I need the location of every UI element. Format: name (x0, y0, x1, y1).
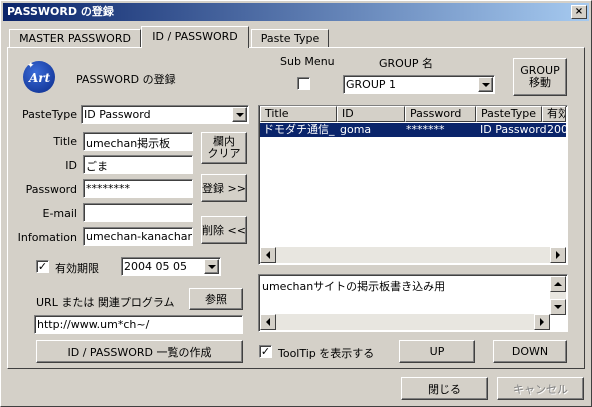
clear-fields-button[interactable]: 欄内 クリア (201, 132, 247, 164)
title-field[interactable]: umechan掲示板 (83, 132, 193, 151)
password-field[interactable]: ******** (83, 179, 193, 198)
horizontal-scrollbar[interactable] (260, 247, 566, 263)
column-header-title[interactable]: Title (260, 106, 337, 122)
tab-label: ID / PASSWORD (152, 30, 238, 43)
up-button[interactable]: UP (399, 340, 475, 363)
tooltip-label: ToolTip を表示する (278, 347, 375, 360)
cell-pastetype: ID Password (480, 123, 547, 136)
submenu-checkbox[interactable] (297, 77, 310, 90)
expiry-checkbox[interactable]: ✓ (36, 260, 49, 273)
cell-password: ******* (406, 123, 445, 136)
register-button[interactable]: 登録 >> (201, 174, 247, 202)
vertical-scrollbar[interactable] (550, 276, 566, 315)
button-label: キャンセル (513, 382, 568, 396)
art-logo-icon: Art ✦ (23, 61, 55, 93)
id-field[interactable]: ごま (83, 155, 193, 174)
scroll-down-icon[interactable] (550, 299, 566, 315)
close-button[interactable]: 閉じる (401, 377, 488, 400)
pastetype-value: ID Password (84, 108, 151, 121)
memo-area[interactable]: umechanサイトの掲示板書き込み用 (258, 274, 568, 332)
group-label: GROUP 名 (379, 57, 434, 70)
scroll-right-icon[interactable] (550, 247, 566, 263)
scroll-left-icon[interactable] (260, 314, 276, 330)
expiry-date-select[interactable]: 2004 05 05 (121, 257, 221, 276)
password-list[interactable]: Title ID Password PasteType 有効 ドモダチ通信_ g… (258, 105, 568, 265)
tab-master-password[interactable]: MASTER PASSWORD (9, 29, 141, 48)
delete-button[interactable]: 削除 << (201, 216, 247, 244)
scroll-right-icon[interactable] (534, 314, 550, 330)
tab-paste-type[interactable]: Paste Type (251, 29, 329, 48)
id-label: ID (65, 159, 77, 172)
cell-id: goma (340, 123, 372, 136)
group-value: GROUP 1 (346, 78, 397, 91)
window-title: PASSWORD の登録 (7, 5, 114, 18)
cancel-button[interactable]: キャンセル (497, 377, 584, 400)
group-move-button[interactable]: GROUP 移動 (513, 58, 567, 96)
expiry-label: 有効期限 (55, 262, 99, 275)
url-field[interactable]: http://www.um*ch~/ (34, 315, 243, 334)
make-list-button[interactable]: ID / PASSWORD 一覧の作成 (36, 340, 243, 363)
group-select[interactable]: GROUP 1 (343, 75, 495, 94)
sparkle-icon: ✦ (27, 61, 35, 71)
pastetype-label: PasteType (22, 108, 77, 121)
password-label: Password (25, 183, 77, 196)
chevron-down-icon[interactable] (478, 77, 493, 92)
scroll-left-icon[interactable] (260, 247, 276, 263)
cell-expiry: 200 (547, 123, 566, 136)
logo-text: Art (29, 71, 51, 85)
button-label: 閉じる (428, 382, 461, 396)
tab-label: Paste Type (260, 32, 320, 45)
tab-id-password[interactable]: ID / PASSWORD (141, 26, 249, 48)
down-button[interactable]: DOWN (493, 340, 567, 363)
table-row[interactable]: ドモダチ通信_ goma ******* ID Password 200 (260, 123, 566, 137)
button-label: ID / PASSWORD 一覧の作成 (67, 345, 212, 359)
column-header-expiry[interactable]: 有効 (542, 106, 566, 122)
button-label: UP (429, 345, 445, 358)
main-window: PASSWORD の登録 × MASTER PASSWORD ID / PASS… (0, 0, 592, 407)
column-header-password[interactable]: Password (405, 106, 476, 122)
button-label: DOWN (511, 345, 549, 358)
browse-button[interactable]: 参照 (189, 288, 243, 310)
email-field[interactable] (83, 203, 193, 222)
pastetype-select[interactable]: ID Password (81, 105, 249, 124)
info-label: Infomation (17, 231, 77, 244)
button-label: 削除 << (202, 224, 246, 237)
memo-text: umechanサイトの掲示板書き込み用 (262, 280, 446, 293)
button-label: クリア (207, 147, 241, 160)
close-icon[interactable]: × (571, 5, 587, 19)
column-header-id[interactable]: ID (337, 106, 405, 122)
horizontal-scrollbar[interactable] (260, 314, 550, 330)
email-label: E-mail (42, 207, 78, 220)
url-label: URL または 関連プログラム (36, 296, 175, 309)
column-header-pastetype[interactable]: PasteType (476, 106, 542, 122)
submenu-label: Sub Menu (280, 55, 335, 68)
heading: PASSWORD の登録 (76, 73, 176, 86)
chevron-down-icon[interactable] (232, 107, 247, 122)
info-field[interactable]: umechan-kanachan (83, 227, 193, 246)
cell-title: ドモダチ通信_ (263, 123, 335, 136)
button-label: 移動 (529, 76, 551, 89)
chevron-down-icon[interactable] (204, 259, 219, 274)
button-label: 登録 >> (202, 182, 246, 195)
expiry-value: 2004 05 05 (124, 260, 187, 273)
title-label: Title (53, 135, 77, 148)
scroll-up-icon[interactable] (550, 276, 566, 292)
button-label: 参照 (205, 293, 227, 306)
tooltip-checkbox[interactable]: ✓ (259, 345, 272, 358)
title-bar: PASSWORD の登録 × (3, 3, 589, 21)
tab-label: MASTER PASSWORD (19, 32, 131, 45)
